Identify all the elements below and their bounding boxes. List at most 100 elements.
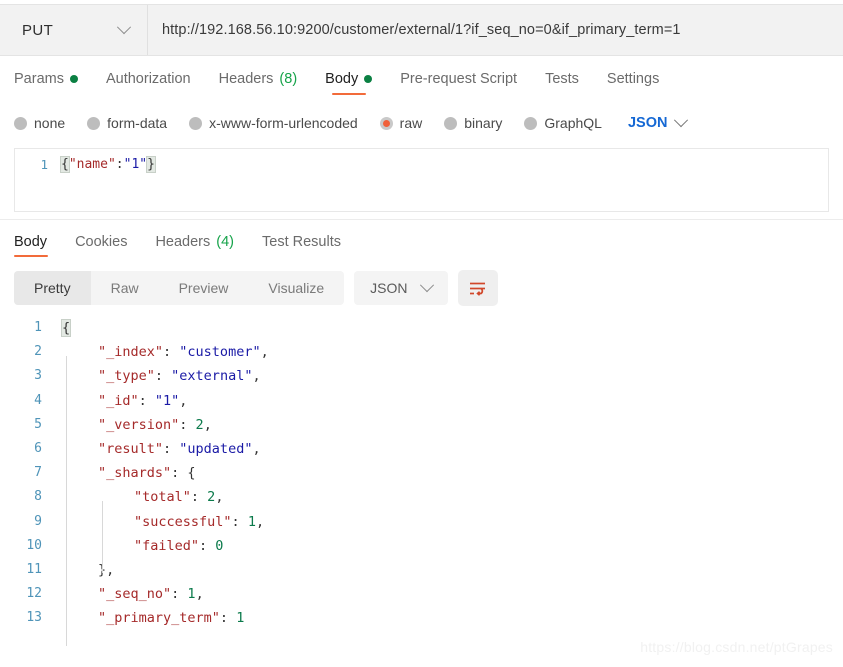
code-line: "_shards": { [62, 461, 843, 485]
response-tab-test-results[interactable]: Test Results [248, 220, 355, 264]
code-token: : [231, 513, 248, 530]
radio-icon[interactable] [444, 116, 458, 130]
response-tab-cookies[interactable]: Cookies [61, 220, 141, 264]
word-wrap-icon [470, 282, 486, 296]
code-token: "1" [154, 392, 180, 409]
request-tab-authorization[interactable]: Authorization [92, 56, 205, 102]
code-token: , [215, 489, 224, 506]
request-tab-params[interactable]: Params [14, 56, 92, 102]
body-type-label: x-www-form-urlencoded [209, 115, 358, 131]
body-type-binary[interactable]: binary [444, 115, 502, 131]
code-token: : [190, 489, 208, 506]
code-token: } [146, 156, 156, 173]
code-token: : [138, 392, 155, 409]
code-line: "total": 2, [62, 485, 843, 509]
line-number: 11 [26, 562, 42, 578]
tab-label: Headers [155, 234, 211, 250]
http-method-select[interactable]: PUT [0, 5, 148, 55]
tab-label: Settings [606, 71, 660, 87]
line-number: 14 [0, 631, 42, 634]
view-mode-preview[interactable]: Preview [159, 271, 249, 305]
request-tab-settings[interactable]: Settings [593, 56, 673, 102]
line-number: 1 [34, 320, 42, 335]
view-mode-visualize[interactable]: Visualize [248, 271, 344, 305]
code-token: , [252, 368, 261, 385]
code-token: 2 [195, 416, 204, 433]
line-number: 2 [34, 344, 42, 360]
tab-label: Test Results [262, 234, 341, 250]
line-number: 1 [40, 157, 48, 172]
code-token: "successful" [134, 513, 232, 530]
line-number: 13 [26, 610, 42, 626]
code-token: "_seq_no" [98, 586, 172, 603]
code-token: : [154, 368, 172, 385]
response-body-viewer[interactable]: 1234567891011121314 {"_index": "customer… [0, 316, 843, 634]
body-type-label: none [34, 115, 66, 131]
body-type-raw[interactable]: raw [379, 115, 423, 131]
radio-icon[interactable] [379, 116, 393, 130]
code-line: "_id": "1", [62, 389, 843, 413]
http-method-label: PUT [22, 21, 54, 39]
view-mode-raw[interactable]: Raw [91, 271, 159, 305]
line-number: 8 [34, 489, 42, 505]
line-number: 9 [34, 513, 42, 529]
code-line: { [60, 316, 843, 340]
code-token: 1 [187, 586, 196, 603]
code-line: "_seq_no": 1, [62, 582, 843, 606]
request-tab-headers[interactable]: Headers (8) [205, 56, 312, 102]
body-type-none[interactable]: none [14, 115, 65, 131]
request-code-area[interactable]: {"name":"1"} [57, 149, 828, 211]
code-token: : [179, 416, 196, 433]
body-type-x-www-form-urlencoded[interactable]: x-www-form-urlencoded [189, 115, 358, 131]
word-wrap-button[interactable] [457, 270, 498, 306]
code-token: , [179, 392, 188, 409]
code-token: "total" [134, 489, 191, 506]
code-token: : [171, 465, 188, 482]
code-token: 0 [215, 537, 224, 554]
request-url-input[interactable]: http://192.168.56.10:9200/customer/exter… [148, 5, 843, 55]
line-number: 4 [34, 392, 42, 408]
code-token: "failed" [134, 537, 200, 554]
radio-icon[interactable] [14, 116, 27, 130]
code-token: , [195, 586, 204, 603]
view-mode-pretty[interactable]: Pretty [14, 271, 91, 305]
response-view-mode-group: Pretty Raw Preview Visualize [14, 271, 345, 305]
request-tab-body[interactable]: Body [311, 56, 386, 102]
radio-icon[interactable] [524, 116, 538, 130]
code-token: "result" [98, 441, 164, 458]
body-type-label: binary [464, 115, 503, 131]
modified-dot-icon [364, 75, 373, 83]
request-tab-tests[interactable]: Tests [531, 56, 593, 102]
code-token: : [219, 610, 237, 627]
code-token: , [106, 562, 115, 579]
modified-dot-icon [69, 75, 78, 83]
response-toolbar: Pretty Raw Preview Visualize JSON [0, 264, 843, 306]
tab-label: Tests [545, 71, 579, 87]
body-type-label: form-data [107, 115, 168, 131]
tab-label: Pre-request Script [400, 71, 518, 87]
tab-label: Cookies [75, 234, 128, 250]
chevron-down-icon [116, 20, 132, 35]
code-line: "successful": 1, [62, 510, 843, 534]
response-tab-body[interactable]: Body [14, 220, 61, 264]
response-format-select[interactable]: JSON [354, 271, 448, 305]
watermark: https://blog.csdn.net/ptGrapes [640, 639, 833, 655]
body-type-form-data[interactable]: form-data [87, 115, 167, 131]
tab-label: Params [14, 71, 64, 87]
chevron-down-icon [674, 113, 689, 128]
request-body-editor[interactable]: 1 {"name":"1"} [14, 148, 829, 212]
line-number: 10 [26, 537, 42, 553]
response-tab-headers[interactable]: Headers (4) [141, 220, 248, 264]
request-tab-pre-request-script[interactable]: Pre-request Script [386, 56, 531, 102]
tab-label: Body [14, 234, 48, 250]
body-type-graphql[interactable]: GraphQL [524, 115, 602, 131]
radio-icon[interactable] [189, 116, 203, 130]
body-type-label: raw [399, 115, 423, 131]
chevron-down-icon [419, 278, 434, 293]
active-tab-underline [14, 254, 48, 257]
request-tabs: Params Authorization Headers (8) Body Pre-req… [0, 56, 843, 102]
request-url-bar: PUT http://192.168.56.10:9200/customer/e… [0, 4, 843, 56]
radio-icon[interactable] [87, 116, 101, 130]
code-line: "failed": 0 [62, 534, 843, 558]
raw-format-select[interactable]: JSON [628, 113, 689, 131]
